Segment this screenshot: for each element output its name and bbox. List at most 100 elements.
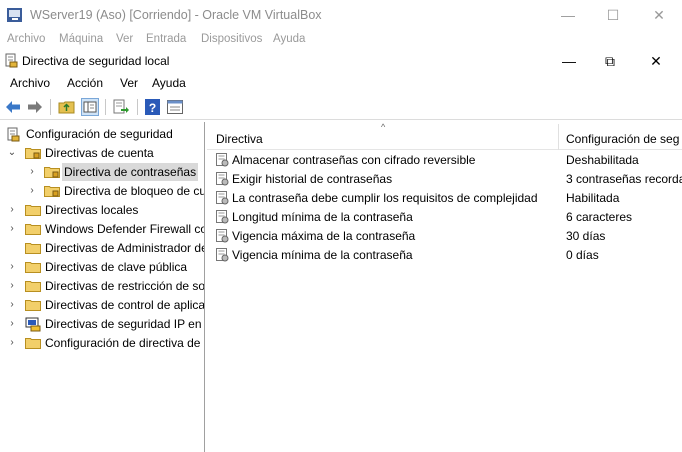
menu-entrada[interactable]: Entrada — [146, 33, 186, 45]
menu-dispositivos[interactable]: Dispositivos — [201, 33, 262, 45]
policy-list: ^ Directiva Configuración de seg Almacen… — [207, 122, 682, 452]
list-item[interactable]: Exigir historial de contraseñas 3 contra… — [207, 169, 682, 188]
policy-value: 6 caracteres — [566, 210, 633, 224]
mmc-menubar: Archivo Acción Ver Ayuda — [0, 72, 682, 92]
chevron-right-icon[interactable]: › — [7, 334, 17, 352]
mmc-menu-ver[interactable]: Ver — [120, 76, 138, 90]
chevron-down-icon[interactable]: ⌄ — [7, 144, 17, 162]
back-icon[interactable] — [4, 98, 22, 116]
properties-icon[interactable] — [166, 98, 184, 116]
security-policy-icon — [7, 127, 20, 142]
mmc-toolbar: ? — [0, 94, 682, 120]
up-folder-icon[interactable] — [58, 98, 76, 116]
column-header-policy[interactable]: Directiva — [216, 132, 263, 146]
ip-security-icon — [25, 317, 41, 332]
policy-value: 3 contraseñas recorda — [566, 172, 682, 186]
list-item[interactable]: Longitud mínima de la contraseña 6 carac… — [207, 207, 682, 226]
tree-item-local-policies[interactable]: › Directivas locales — [0, 201, 204, 219]
folder-icon — [25, 243, 41, 254]
mmc-menu-ayuda[interactable]: Ayuda — [152, 76, 186, 90]
tree-item-public-key[interactable]: › Directivas de clave pública — [0, 258, 204, 276]
menu-ver[interactable]: Ver — [116, 33, 133, 45]
folder-lock-icon — [25, 148, 41, 159]
column-divider[interactable] — [558, 124, 559, 150]
column-header-setting[interactable]: Configuración de seg — [566, 132, 679, 146]
policy-setting-icon — [216, 229, 229, 243]
forward-icon[interactable] — [26, 98, 44, 116]
policy-setting-icon — [216, 210, 229, 224]
tree-item-account-policies[interactable]: ⌄ Directivas de cuenta — [0, 144, 204, 162]
menu-archivo[interactable]: Archivo — [7, 33, 45, 45]
policy-setting-icon — [216, 153, 229, 167]
maximize-button[interactable]: ☐ — [598, 5, 628, 25]
virtualbox-titlebar: WServer19 (Aso) [Corriendo] - Oracle VM … — [0, 0, 682, 30]
list-item[interactable]: Almacenar contraseñas con cifrado revers… — [207, 150, 682, 169]
mmc-restore-button[interactable]: ⧉ — [598, 51, 622, 71]
export-list-icon[interactable] — [112, 98, 130, 116]
security-policy-icon — [5, 53, 18, 68]
mmc-menu-accion[interactable]: Acción — [67, 76, 103, 90]
menu-ayuda[interactable]: Ayuda — [273, 33, 305, 45]
folder-icon — [25, 205, 41, 216]
policy-setting-icon — [216, 191, 229, 205]
window-title: WServer19 (Aso) [Corriendo] - Oracle VM … — [30, 8, 322, 22]
help-icon[interactable]: ? — [144, 98, 162, 116]
policy-value: 30 días — [566, 229, 606, 243]
policy-value: Habilitada — [566, 191, 620, 205]
tree-item-password-policy[interactable]: › Directiva de contraseñas — [0, 163, 204, 181]
tree-item-ip-security[interactable]: › Directivas de seguridad IP en E — [0, 315, 205, 333]
svg-text:?: ? — [149, 101, 156, 115]
mmc-minimize-button[interactable]: — — [557, 51, 581, 71]
tree-item-lockout-policy[interactable]: › Directiva de bloqueo de cu — [0, 182, 205, 200]
folder-icon — [25, 300, 41, 311]
tree-item-label: Directivas de cuenta — [45, 146, 154, 160]
tree-item-label: Directiva de bloqueo de cu — [64, 184, 205, 198]
chevron-right-icon[interactable]: › — [7, 201, 17, 219]
tree-item-label: Directiva de contraseñas — [62, 163, 199, 181]
tree-item-software-restriction[interactable]: › Directivas de restricción de sof — [0, 277, 204, 295]
mmc-titlebar: Directiva de seguridad local — ⧉ ✕ — [0, 50, 682, 72]
mmc-window-title: Directiva de seguridad local — [22, 54, 170, 68]
chevron-right-icon[interactable]: › — [27, 163, 37, 181]
tree-item-label: Directivas de control de aplica — [45, 298, 205, 312]
toolbar-separator — [105, 99, 106, 115]
policy-name: Almacenar contraseñas con cifrado revers… — [232, 153, 476, 167]
chevron-right-icon[interactable]: › — [7, 220, 17, 238]
list-item[interactable]: La contraseña debe cumplir los requisito… — [207, 188, 682, 207]
folder-lock-icon — [44, 186, 60, 197]
tree-item-label: Directivas de clave pública — [45, 260, 188, 274]
folder-icon — [25, 338, 41, 349]
policy-name: Vigencia mínima de la contraseña — [232, 248, 413, 262]
list-header: ^ Directiva Configuración de seg — [207, 122, 682, 150]
policy-name: Vigencia máxima de la contraseña — [232, 229, 416, 243]
chevron-right-icon[interactable]: › — [7, 296, 17, 314]
chevron-right-icon[interactable]: › — [27, 182, 37, 200]
show-hide-tree-icon[interactable] — [81, 98, 99, 116]
policy-value: Deshabilitada — [566, 153, 639, 167]
close-button[interactable]: ✕ — [644, 5, 674, 25]
mmc-close-button[interactable]: ✕ — [644, 51, 668, 71]
toolbar-separator — [50, 99, 51, 115]
policy-name: La contraseña debe cumplir los requisito… — [232, 191, 538, 205]
policy-name: Longitud mínima de la contraseña — [232, 210, 413, 224]
tree-item-label: Directivas de seguridad IP en E — [45, 317, 205, 331]
list-item[interactable]: Vigencia máxima de la contraseña 30 días — [207, 226, 682, 245]
chevron-right-icon[interactable]: › — [7, 277, 17, 295]
policy-setting-icon — [216, 172, 229, 186]
tree-item-advanced-audit[interactable]: › Configuración de directiva de — [0, 334, 204, 352]
list-item[interactable]: Vigencia mínima de la contraseña 0 días — [207, 245, 682, 264]
tree-item-firewall[interactable]: › Windows Defender Firewall co — [0, 220, 204, 238]
sort-ascending-icon: ^ — [381, 122, 386, 132]
chevron-right-icon[interactable]: › — [7, 258, 17, 276]
console-tree: Configuración de seguridad ⌄ Directivas … — [0, 122, 205, 452]
tree-item-label: Directivas de Administrador de — [45, 241, 205, 255]
toolbar-separator — [137, 99, 138, 115]
tree-item-application-control[interactable]: › Directivas de control de aplica — [0, 296, 205, 314]
minimize-button[interactable]: — — [553, 5, 583, 25]
tree-item-network-list-manager[interactable]: Directivas de Administrador de — [0, 239, 205, 257]
mmc-menu-archivo[interactable]: Archivo — [10, 76, 50, 90]
tree-root-security-settings[interactable]: Configuración de seguridad — [0, 125, 204, 143]
tree-root-label: Configuración de seguridad — [26, 127, 173, 141]
chevron-right-icon[interactable]: › — [7, 315, 17, 333]
menu-maquina[interactable]: Máquina — [59, 33, 103, 45]
